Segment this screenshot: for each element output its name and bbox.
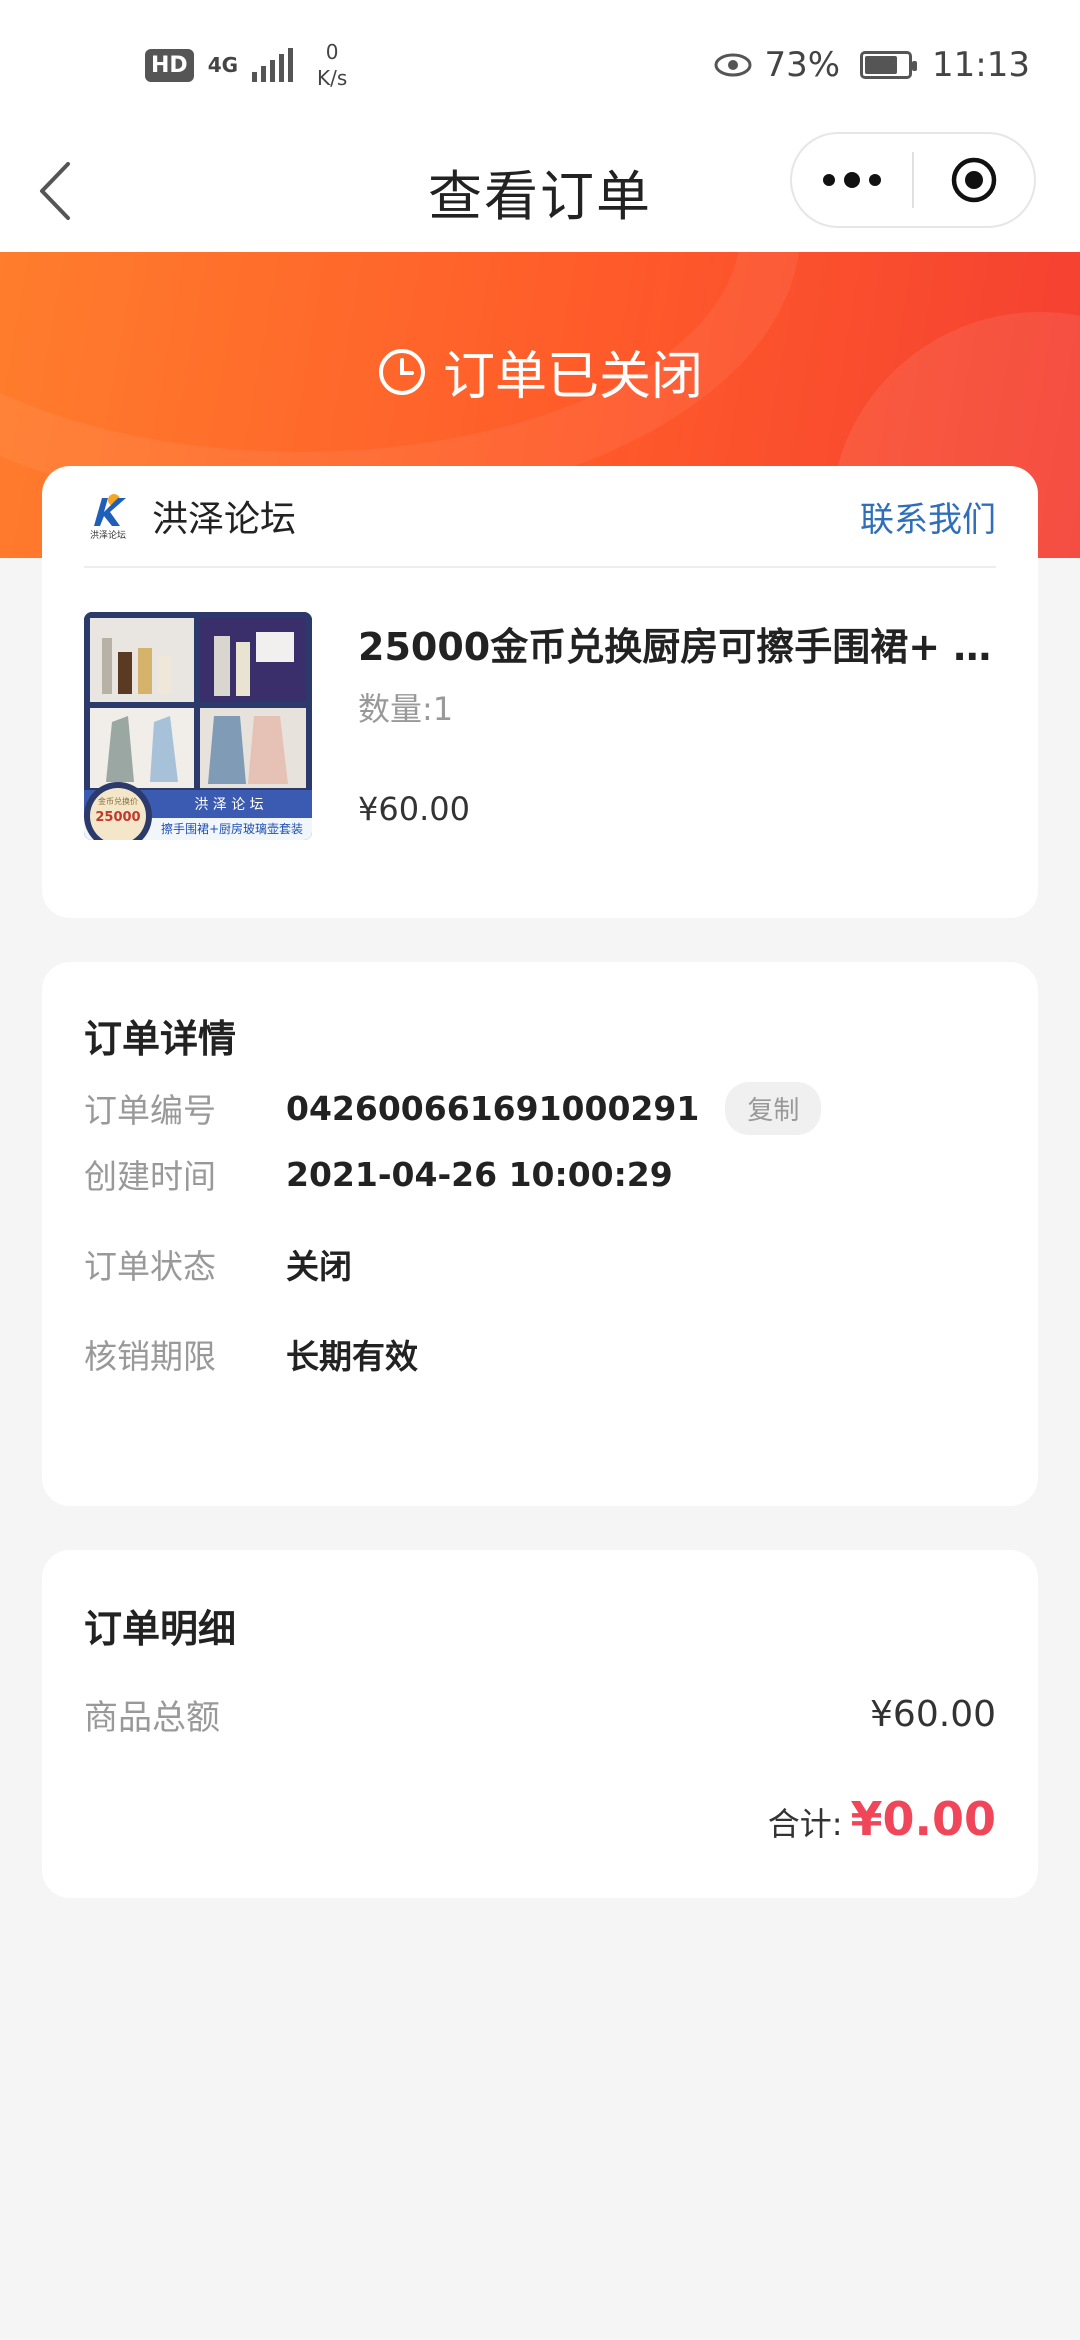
subtotal-label: 商品总额 <box>84 1698 220 1738</box>
order-detail-title: 订单详情 <box>84 1017 237 1061</box>
product-thumbnail[interactable]: 金币兑换价 25000 洪 泽 论 坛 擦手围裙+厨房玻璃壶套装 <box>84 612 312 840</box>
thumb-caption: 擦手围裙+厨房玻璃壶套装 <box>160 822 304 836</box>
order-bill-title: 订单明细 <box>84 1607 237 1651</box>
total-row: 合计: ¥0.00 <box>768 1792 996 1846</box>
close-mini-program-button[interactable] <box>914 134 1034 226</box>
mini-program-capsule <box>790 132 1036 228</box>
redeem-deadline-value: 长期有效 <box>286 1337 418 1376</box>
product-card: 洪泽论坛 洪泽论坛 联系我们 金币兑换价 25000 洪 泽 论 坛 擦手围裙+… <box>42 466 1038 918</box>
redeem-deadline-label: 核销期限 <box>84 1337 216 1376</box>
signal-icon <box>252 48 294 82</box>
eye-icon <box>714 53 752 77</box>
hd-badge: HD <box>145 48 194 82</box>
nav-bar: 查看订单 <box>0 130 1080 252</box>
order-number-value: 042600661691000291 <box>286 1088 700 1128</box>
page-title: 查看订单 <box>428 164 652 228</box>
order-status-value: 关闭 <box>286 1247 352 1286</box>
total-value: ¥0.00 <box>850 1792 996 1846</box>
speed-unit: K/s <box>317 66 348 90</box>
order-number-row: 订单编号 042600661691000291 复制 <box>84 1080 822 1136</box>
brand-label: 洪 泽 论 坛 <box>194 797 264 813</box>
badge-label: 金币兑换价 <box>98 797 138 806</box>
order-number-label: 订单编号 <box>84 1091 216 1130</box>
copy-button[interactable]: 复制 <box>725 1081 822 1135</box>
badge-value: 25000 <box>95 810 141 825</box>
order-bill-card: 订单明细 商品总额 ¥60.00 合计: ¥0.00 <box>42 1550 1038 1898</box>
clock: 11:13 <box>932 45 1030 85</box>
status-right: 73% 11:13 <box>714 45 1030 85</box>
total-label: 合计: <box>767 1805 843 1843</box>
battery-icon <box>860 51 918 79</box>
status-bar: HD 4G 0 K/s 73% 11:13 <box>0 0 1080 130</box>
speed-value: 0 <box>325 40 339 64</box>
shop-name: 洪泽论坛 <box>152 499 297 540</box>
clock-icon <box>378 348 425 395</box>
order-status-row: 订单状态 关闭 <box>84 1236 352 1292</box>
shop-row: 洪泽论坛 洪泽论坛 联系我们 <box>84 466 996 568</box>
order-status-label: 订单状态 <box>84 1247 216 1286</box>
product-title[interactable]: 25000金币兑换厨房可擦手围裙+ … <box>358 616 1008 671</box>
created-time-label: 创建时间 <box>84 1157 216 1196</box>
product-price: ¥60.00 <box>358 790 470 828</box>
contact-us-link[interactable]: 联系我们 <box>860 492 996 541</box>
shop-logo-text: 洪泽论坛 <box>89 531 126 541</box>
chevron-left-icon <box>40 162 70 220</box>
more-button[interactable] <box>792 134 912 226</box>
order-detail-card: 订单详情 订单编号 042600661691000291 复制 创建时间 202… <box>42 962 1038 1506</box>
battery-percent: 73% <box>764 45 841 85</box>
network-type: 4G <box>207 53 239 77</box>
target-icon <box>951 157 997 203</box>
subtotal-row: 商品总额 ¥60.00 <box>84 1690 996 1739</box>
subtotal-value: ¥60.00 <box>870 1694 996 1735</box>
more-dots-icon <box>823 172 881 188</box>
back-button[interactable] <box>30 158 80 224</box>
order-status-text: 订单已关闭 <box>442 347 703 407</box>
created-time-row: 创建时间 2021-04-26 10:00:29 <box>84 1146 673 1202</box>
order-status: 订单已关闭 <box>0 334 1080 409</box>
created-time-value: 2021-04-26 10:00:29 <box>286 1154 673 1194</box>
redeem-deadline-row: 核销期限 长期有效 <box>84 1326 418 1382</box>
product-quantity: 数量:1 <box>358 690 454 728</box>
status-left: HD 4G 0 K/s <box>145 39 347 91</box>
network-speed: 0 K/s <box>317 39 347 91</box>
shop-logo: 洪泽论坛 <box>84 492 132 541</box>
shop-logo-icon <box>94 494 126 526</box>
